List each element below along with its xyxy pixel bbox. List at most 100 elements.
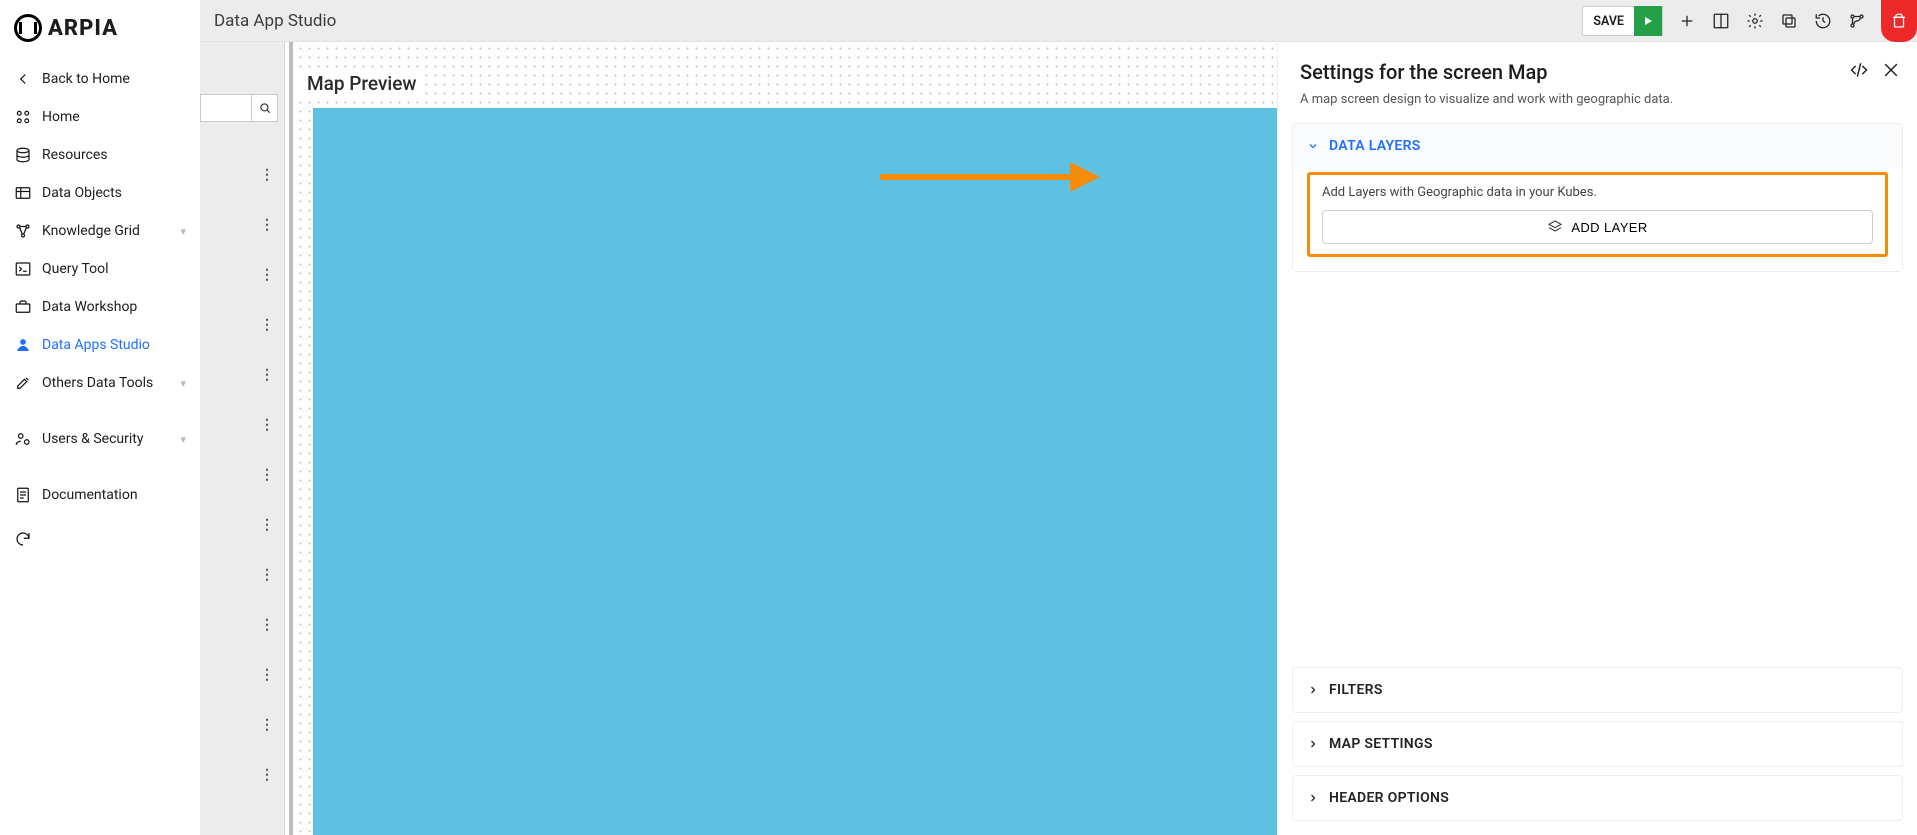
copy-icon bbox=[1780, 12, 1798, 30]
refresh-button[interactable] bbox=[0, 514, 200, 564]
section-header-map-settings[interactable]: MAP SETTINGS bbox=[1293, 722, 1902, 766]
sidebar-item-label: Others Data Tools bbox=[42, 375, 153, 391]
sidebar-item-resources[interactable]: Resources bbox=[0, 136, 200, 174]
row-menu-button[interactable]: ⋮ bbox=[254, 412, 280, 438]
table-icon bbox=[14, 184, 32, 202]
sidebar-item-label: Home bbox=[42, 109, 80, 125]
chevron-right-icon bbox=[1307, 792, 1319, 804]
sidebar-item-data-workshop[interactable]: Data Workshop bbox=[0, 288, 200, 326]
row-menu-button[interactable]: ⋮ bbox=[254, 362, 280, 388]
gear-icon bbox=[1746, 12, 1764, 30]
save-run-button[interactable]: SAVE bbox=[1582, 6, 1663, 36]
app-logo: ARPIA bbox=[0, 8, 200, 60]
settings-title: Settings for the screen Map bbox=[1300, 60, 1895, 84]
layers-icon bbox=[1547, 219, 1563, 235]
search-button[interactable] bbox=[251, 95, 277, 121]
tools-icon bbox=[14, 374, 32, 392]
topbar-tools: SAVE bbox=[1582, 0, 1917, 42]
sidebar-spacer bbox=[0, 402, 200, 420]
chevron-left-icon bbox=[14, 70, 32, 88]
run-icon bbox=[1634, 6, 1662, 36]
canvas-search bbox=[200, 94, 278, 122]
sidebar-item-label: Data Workshop bbox=[42, 299, 137, 315]
sidebar-item-label: Users & Security bbox=[42, 431, 144, 447]
section-header-filters[interactable]: FILTERS bbox=[1293, 668, 1902, 712]
nodes-icon bbox=[14, 222, 32, 240]
history-button[interactable] bbox=[1807, 5, 1839, 37]
search-icon bbox=[258, 101, 272, 115]
sidebar-item-documentation[interactable]: Documentation bbox=[0, 476, 200, 514]
apps-icon bbox=[14, 336, 32, 354]
map-preview-title: Map Preview bbox=[299, 68, 425, 99]
close-settings-button[interactable] bbox=[1879, 58, 1903, 82]
copy-button[interactable] bbox=[1773, 5, 1805, 37]
row-menu-button[interactable]: ⋮ bbox=[254, 262, 280, 288]
settings-header: Settings for the screen Map A map screen… bbox=[1278, 42, 1917, 117]
chevron-right-icon bbox=[1307, 738, 1319, 750]
row-menu-button[interactable]: ⋮ bbox=[254, 562, 280, 588]
database-icon bbox=[14, 146, 32, 164]
users-gear-icon bbox=[14, 430, 32, 448]
toolbox-icon bbox=[14, 298, 32, 316]
close-icon bbox=[1881, 60, 1901, 80]
plus-icon bbox=[1678, 12, 1696, 30]
section-title: FILTERS bbox=[1329, 682, 1383, 698]
section-data-layers: DATA LAYERS Add Layers with Geographic d… bbox=[1292, 123, 1903, 272]
sidebar-item-query-tool[interactable]: Query Tool bbox=[0, 250, 200, 288]
save-label: SAVE bbox=[1583, 14, 1634, 29]
row-menu-button[interactable]: ⋮ bbox=[254, 762, 280, 788]
sidebar-item-data-apps-studio[interactable]: Data Apps Studio bbox=[0, 326, 200, 364]
back-label: Back to Home bbox=[42, 71, 130, 87]
section-header-options: HEADER OPTIONS bbox=[1292, 775, 1903, 821]
sidebar-item-label: Documentation bbox=[42, 487, 138, 503]
row-menu-button[interactable]: ⋮ bbox=[254, 462, 280, 488]
grid-icon bbox=[14, 108, 32, 126]
sidebar-item-home[interactable]: Home bbox=[0, 98, 200, 136]
section-title: HEADER OPTIONS bbox=[1329, 790, 1449, 806]
chevron-down-icon: ▾ bbox=[180, 225, 186, 238]
section-filters: FILTERS bbox=[1292, 667, 1903, 713]
sidebar-item-label: Data Apps Studio bbox=[42, 337, 150, 353]
code-view-button[interactable] bbox=[1847, 58, 1871, 82]
delete-button[interactable] bbox=[1881, 0, 1917, 42]
map-preview-area[interactable] bbox=[313, 108, 1277, 835]
row-menu-button[interactable]: ⋮ bbox=[254, 712, 280, 738]
back-to-home[interactable]: Back to Home bbox=[0, 60, 200, 98]
row-menu-button[interactable]: ⋮ bbox=[254, 162, 280, 188]
workspace: ⋮ ⋮ ⋮ ⋮ ⋮ ⋮ ⋮ ⋮ ⋮ ⋮ ⋮ ⋮ ⋮ Map Preview Se… bbox=[200, 42, 1917, 835]
row-menu-button[interactable]: ⋮ bbox=[254, 662, 280, 688]
sidebar-item-knowledge-grid[interactable]: Knowledge Grid ▾ bbox=[0, 212, 200, 250]
design-canvas[interactable]: Map Preview bbox=[284, 42, 1277, 835]
chevron-down-icon: ▾ bbox=[180, 377, 186, 390]
search-input[interactable] bbox=[201, 101, 251, 115]
settings-panel: Settings for the screen Map A map screen… bbox=[1277, 42, 1917, 835]
settings-header-tools bbox=[1847, 58, 1903, 82]
topbar: Data App Studio SAVE bbox=[200, 0, 1917, 42]
settings-subtitle: A map screen design to visualize and wor… bbox=[1300, 92, 1895, 107]
chevron-right-icon bbox=[1307, 684, 1319, 696]
document-icon bbox=[14, 486, 32, 504]
sidebar-item-users-security[interactable]: Users & Security ▾ bbox=[0, 420, 200, 458]
data-layers-hint: Add Layers with Geographic data in your … bbox=[1322, 185, 1873, 200]
trash-icon bbox=[1890, 12, 1908, 30]
layout-icon bbox=[1712, 12, 1730, 30]
sidebar-item-label: Data Objects bbox=[42, 185, 122, 201]
row-menu-button[interactable]: ⋮ bbox=[254, 612, 280, 638]
sidebar-item-others-data-tools[interactable]: Others Data Tools ▾ bbox=[0, 364, 200, 402]
branch-button[interactable] bbox=[1841, 5, 1873, 37]
row-menu-button[interactable]: ⋮ bbox=[254, 312, 280, 338]
add-button[interactable] bbox=[1671, 5, 1703, 37]
add-layer-highlight: Add Layers with Geographic data in your … bbox=[1307, 172, 1888, 257]
section-header-header-options[interactable]: HEADER OPTIONS bbox=[1293, 776, 1902, 820]
branch-icon bbox=[1848, 12, 1866, 30]
row-menu-button[interactable]: ⋮ bbox=[254, 212, 280, 238]
logo-mark-icon bbox=[14, 14, 42, 42]
section-header-data-layers[interactable]: DATA LAYERS bbox=[1293, 124, 1902, 168]
sidebar-item-label: Knowledge Grid bbox=[42, 223, 140, 239]
settings-gear-button[interactable] bbox=[1739, 5, 1771, 37]
logo-text: ARPIA bbox=[48, 16, 118, 41]
layout-button[interactable] bbox=[1705, 5, 1737, 37]
sidebar-item-data-objects[interactable]: Data Objects bbox=[0, 174, 200, 212]
add-layer-button[interactable]: ADD LAYER bbox=[1322, 210, 1873, 244]
row-menu-button[interactable]: ⋮ bbox=[254, 512, 280, 538]
